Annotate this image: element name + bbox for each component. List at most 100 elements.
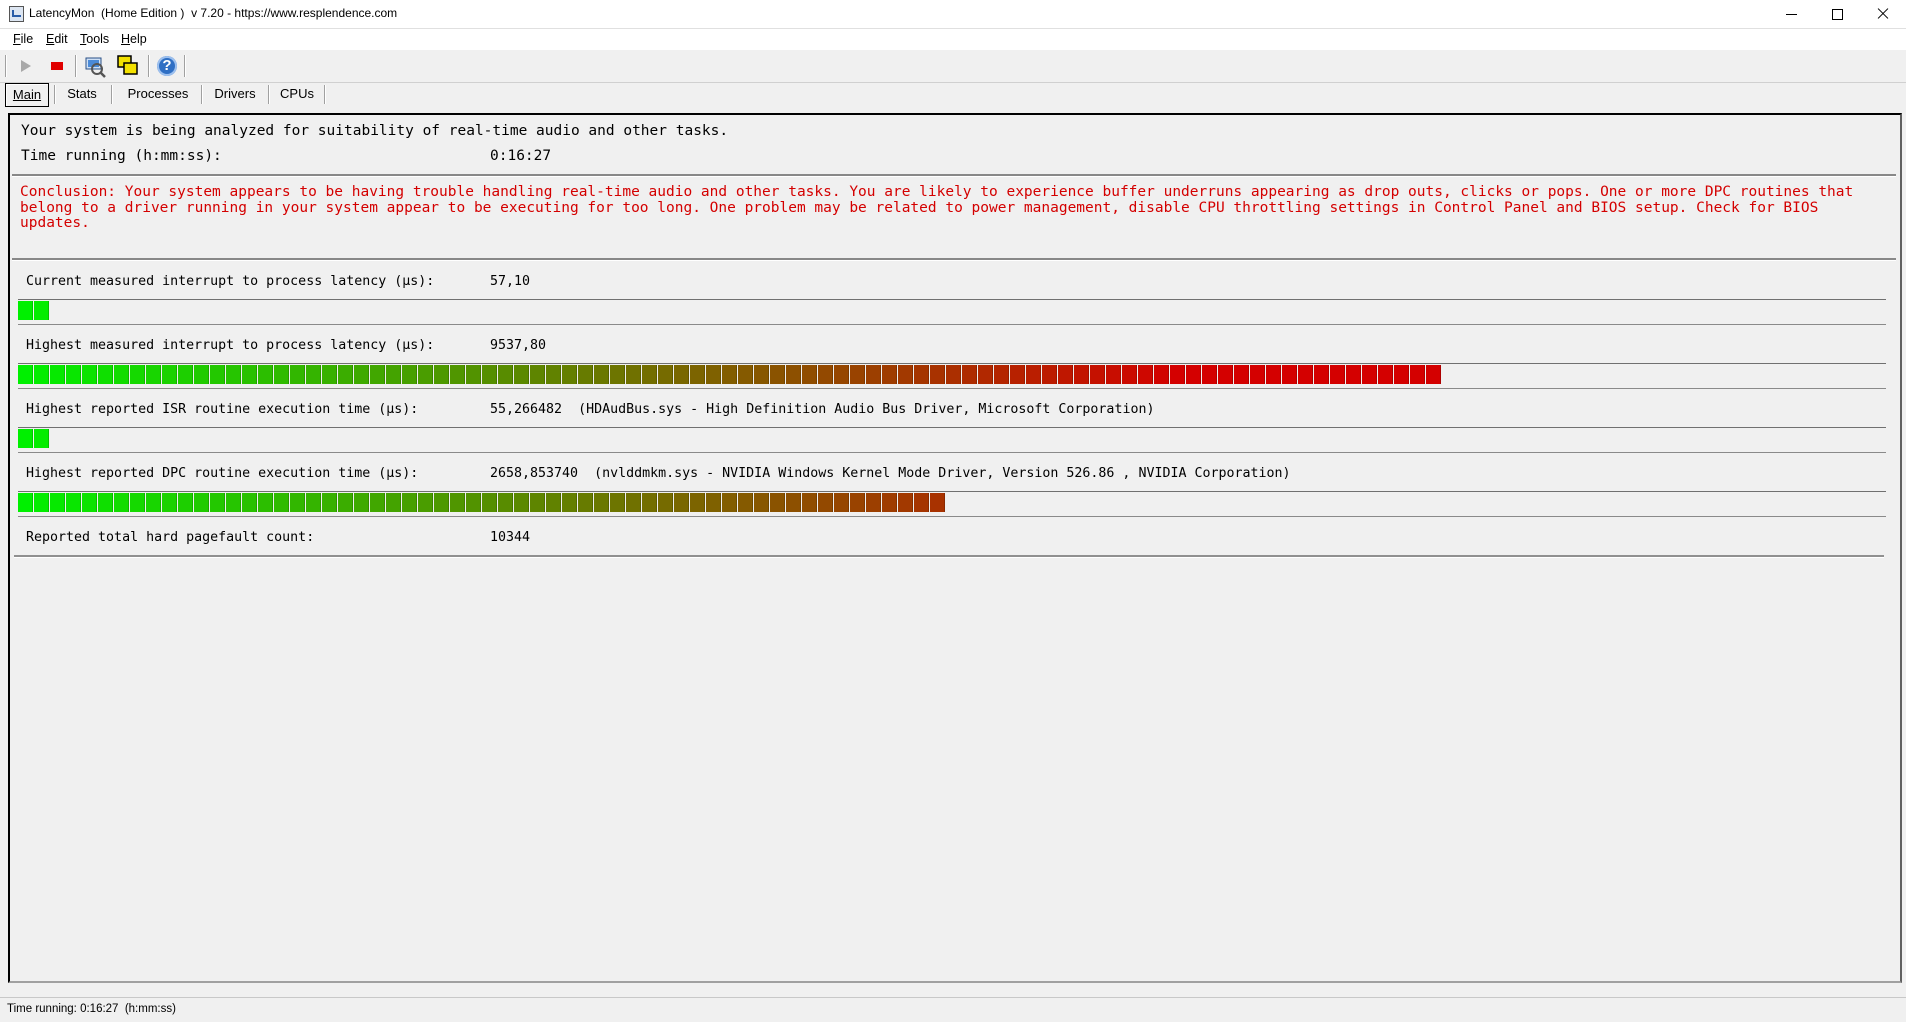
meter-segment (1186, 365, 1201, 384)
meter-segment (770, 365, 785, 384)
meter-segment (530, 365, 545, 384)
menu-edit[interactable]: Edit (46, 32, 68, 46)
meter-segment (178, 365, 193, 384)
windows-icon (117, 55, 138, 75)
tab-processes[interactable]: Processes (118, 83, 198, 105)
help-button[interactable]: ? (155, 54, 179, 78)
meter-segment (482, 493, 497, 512)
meter-segment (18, 493, 33, 512)
metric-label: Highest reported ISR routine execution t… (26, 402, 419, 417)
meter-segment (882, 365, 897, 384)
meter-segment (386, 493, 401, 512)
tab-separator (268, 85, 270, 104)
meter-segment (690, 365, 705, 384)
meter-segment (898, 493, 913, 512)
meter-segment (194, 365, 209, 384)
metric-value: 10344 (490, 530, 531, 545)
meter-segment (818, 365, 833, 384)
meter-segment (242, 493, 257, 512)
meter-segment (226, 493, 241, 512)
meter-segment (466, 493, 481, 512)
toolbar-separator (184, 55, 186, 77)
menu-help[interactable]: Help (121, 32, 147, 46)
metric-value: 2658,853740 (nvlddmkm.sys - NVIDIA Windo… (490, 466, 1291, 481)
menu-tools[interactable]: Tools (80, 32, 109, 46)
windows-button[interactable] (116, 54, 140, 78)
meter-segment (1378, 365, 1393, 384)
meter-segment (114, 365, 129, 384)
meter-segment (146, 365, 161, 384)
meter-segment (210, 493, 225, 512)
meter-segment (50, 365, 65, 384)
tab-cpus[interactable]: CPUs (275, 83, 319, 105)
meter-segment (1026, 365, 1041, 384)
meter-segment (1234, 365, 1249, 384)
meter-segment (930, 493, 945, 512)
meter-segment (418, 365, 433, 384)
divider (12, 174, 1896, 177)
meter-segment (1106, 365, 1121, 384)
meter-segment (866, 493, 881, 512)
meter-segment (722, 365, 737, 384)
meter-segment (578, 493, 593, 512)
close-button[interactable] (1860, 0, 1906, 28)
metric-label: Reported total hard pagefault count: (26, 530, 315, 545)
meter-segment (866, 365, 881, 384)
meter-segment (498, 493, 513, 512)
latency-meter (18, 427, 1886, 453)
meter-segment (1218, 365, 1233, 384)
meter-segment (450, 493, 465, 512)
meter-segment (914, 493, 929, 512)
analyze-icon (85, 57, 106, 78)
meter-segment (386, 365, 401, 384)
tab-main[interactable]: Main (5, 83, 49, 107)
analysis-status: Your system is being analyzed for suitab… (21, 123, 729, 139)
meter-segment (1122, 365, 1137, 384)
stop-button[interactable] (45, 54, 69, 78)
meter-segment (34, 301, 49, 320)
meter-segment (722, 493, 737, 512)
menu-file[interactable]: File (13, 32, 33, 46)
conclusion-text: Conclusion: Your system appears to be ha… (20, 184, 1854, 231)
meter-segment (690, 493, 705, 512)
meter-segment (18, 365, 33, 384)
meter-segment (82, 365, 97, 384)
meter-segment (34, 365, 49, 384)
meter-segment (178, 493, 193, 512)
meter-segment (546, 493, 561, 512)
analyze-button[interactable] (83, 54, 107, 78)
meter-segment (258, 493, 273, 512)
time-running-value: 0:16:27 (490, 148, 552, 164)
meter-segment (434, 493, 449, 512)
meter-segment (98, 493, 113, 512)
meter-segment (18, 429, 33, 448)
meter-segment (898, 365, 913, 384)
meter-segment (402, 365, 417, 384)
meter-segment (738, 493, 753, 512)
meter-segment (562, 493, 577, 512)
meter-segment (642, 493, 657, 512)
window-title: LatencyMon (Home Edition ) v 7.20 - http… (29, 6, 398, 20)
meter-segment (802, 365, 817, 384)
meter-segment (1298, 365, 1313, 384)
start-button[interactable] (14, 54, 38, 78)
meter-segment (66, 365, 81, 384)
tab-separator (324, 85, 326, 104)
meter-segment (1010, 365, 1025, 384)
meter-segment (674, 365, 689, 384)
main-panel: Your system is being analyzed for suitab… (8, 113, 1902, 983)
metric-label: Current measured interrupt to process la… (26, 274, 435, 289)
meter-segment (274, 365, 289, 384)
latency-meter (18, 491, 1886, 517)
toolbar-separator (148, 55, 150, 77)
meter-segment (946, 365, 961, 384)
tab-stats[interactable]: Stats (61, 83, 103, 105)
minimize-button[interactable] (1768, 0, 1814, 28)
meter-segment (658, 493, 673, 512)
maximize-button[interactable] (1814, 0, 1860, 28)
meter-segment (306, 493, 321, 512)
meter-segment (818, 493, 833, 512)
meter-segment (1314, 365, 1329, 384)
tab-drivers[interactable]: Drivers (207, 83, 263, 105)
meter-segment (610, 493, 625, 512)
